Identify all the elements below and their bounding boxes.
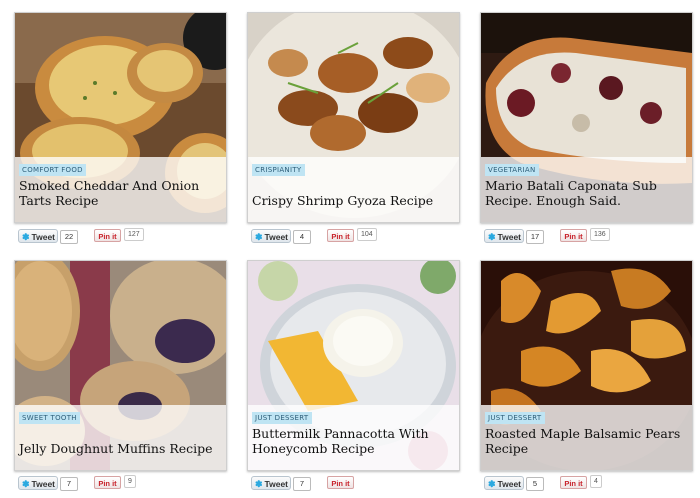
pin-count: 4: [590, 475, 602, 488]
recipe-card-pannacotta[interactable]: JUST DESSERT Buttermilk Pannacotta With …: [247, 260, 460, 471]
twitter-bird-icon: ✽: [488, 232, 496, 242]
recipe-card-shrimp-gyoza[interactable]: CRISPIANITY Crispy Shrimp Gyoza Recipe: [247, 12, 460, 223]
category-tag[interactable]: COMFORT FOOD: [19, 164, 86, 176]
tweet-button[interactable]: ✽ Tweet: [484, 229, 524, 243]
tweet-count: 7: [293, 477, 311, 491]
tweet-button[interactable]: ✽ Tweet: [251, 476, 291, 490]
category-tag[interactable]: VEGETARIAN: [485, 164, 539, 176]
recipe-title[interactable]: Jelly Doughnut Muffins Recipe: [19, 441, 220, 456]
tweet-button[interactable]: ✽ Tweet: [18, 229, 58, 243]
recipe-card-jelly-muffins[interactable]: SWEET TOOTH Jelly Doughnut Muffins Recip…: [14, 260, 227, 471]
recipe-title[interactable]: Buttermilk Pannacotta With Honeycomb Rec…: [252, 426, 453, 456]
category-tag[interactable]: SWEET TOOTH: [19, 412, 80, 424]
recipe-title[interactable]: Smoked Cheddar And Onion Tarts Recipe: [19, 178, 220, 208]
share-bar-6: ✽ Tweet 5 Pin it 4: [484, 475, 684, 492]
twitter-bird-icon: ✽: [488, 479, 496, 489]
category-tag[interactable]: JUST DESSERT: [252, 412, 312, 424]
pin-count: 104: [357, 228, 377, 241]
pin-count: 9: [124, 475, 136, 488]
pin-it-button[interactable]: Pin it: [560, 229, 587, 242]
recipe-card-maple-pears[interactable]: JUST DESSERT Roasted Maple Balsamic Pear…: [480, 260, 693, 471]
pin-count: 127: [124, 228, 144, 241]
share-bar-1: ✽ Tweet 22 Pin it 127: [18, 228, 218, 245]
pin-it-button[interactable]: Pin it: [560, 476, 587, 489]
twitter-bird-icon: ✽: [22, 232, 30, 242]
pin-it-button[interactable]: Pin it: [327, 476, 354, 489]
twitter-bird-icon: ✽: [22, 479, 30, 489]
tweet-count: 7: [60, 477, 78, 491]
share-bar-3: ✽ Tweet 17 Pin it 136: [484, 228, 684, 245]
recipe-title[interactable]: Crispy Shrimp Gyoza Recipe: [252, 193, 453, 208]
tweet-count: 4: [293, 230, 311, 244]
pin-it-button[interactable]: Pin it: [94, 476, 121, 489]
pin-it-button[interactable]: Pin it: [327, 229, 354, 242]
recipe-card-caponata-sub[interactable]: VEGETARIAN Mario Batali Caponata Sub Rec…: [480, 12, 693, 223]
share-bar-4: ✽ Tweet 7 Pin it 9: [18, 475, 218, 492]
tweet-button[interactable]: ✽ Tweet: [251, 229, 291, 243]
twitter-bird-icon: ✽: [255, 479, 263, 489]
tweet-button[interactable]: ✽ Tweet: [484, 476, 524, 490]
category-tag[interactable]: CRISPIANITY: [252, 164, 305, 176]
pin-count: 136: [590, 228, 610, 241]
tweet-count: 17: [526, 230, 544, 244]
twitter-bird-icon: ✽: [255, 232, 263, 242]
recipe-card-smoked-cheddar[interactable]: COMFORT FOOD Smoked Cheddar And Onion Ta…: [14, 12, 227, 223]
recipe-title[interactable]: Roasted Maple Balsamic Pears Recipe: [485, 426, 686, 456]
share-bar-5: ✽ Tweet 7 Pin it: [251, 476, 451, 492]
tweet-count: 22: [60, 230, 78, 244]
category-tag[interactable]: JUST DESSERT: [485, 412, 545, 424]
tweet-button[interactable]: ✽ Tweet: [18, 476, 58, 490]
tweet-count: 5: [526, 477, 544, 491]
recipe-title[interactable]: Mario Batali Caponata Sub Recipe. Enough…: [485, 178, 686, 208]
share-bar-2: ✽ Tweet 4 Pin it 104: [251, 228, 451, 245]
pin-it-button[interactable]: Pin it: [94, 229, 121, 242]
